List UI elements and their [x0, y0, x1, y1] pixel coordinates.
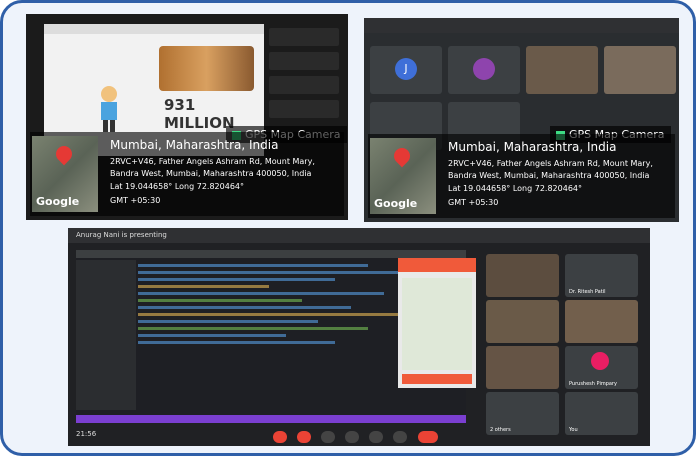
browser-bar — [364, 18, 679, 33]
slide-titlebar — [44, 24, 264, 34]
gps-city: Mumbai, Maharashtra, India — [110, 138, 279, 152]
avatar — [591, 352, 609, 370]
participant-tile: Dr. Ritesh Patil — [565, 254, 638, 297]
participant-tile: J — [370, 46, 442, 94]
participant-video — [486, 346, 559, 389]
photo-video-meeting: J GPS Map Camera Google Mumbai, Maharash… — [364, 18, 679, 222]
captions-button[interactable] — [321, 431, 336, 443]
editor-menubar — [76, 250, 466, 258]
collage-frame: 931 MILLION GPS Map Camera Google Mumbai… — [0, 0, 696, 456]
taskbar — [76, 415, 466, 423]
gps-gmt: GMT +05:30 — [110, 196, 161, 205]
google-logo: Google — [374, 197, 418, 210]
participant-tile — [448, 46, 520, 94]
project-tree — [76, 260, 136, 410]
photo-screen-share: Anurag Nani is presenting Dr. Ritesh Pat… — [68, 228, 650, 446]
gps-address: 2RVC+V46, Father Angels Ashram Rd, Mount… — [110, 157, 315, 178]
app-header — [398, 258, 476, 272]
participant-tile — [269, 28, 339, 46]
gps-city: Mumbai, Maharashtra, India — [448, 140, 617, 154]
gps-map-thumb: Google — [370, 138, 436, 214]
participant-video — [486, 254, 559, 297]
gps-map-thumb: Google — [32, 136, 98, 212]
gps-latlong: Lat 19.044658° Long 72.820464° — [110, 182, 245, 191]
cartoon-boy-icon — [101, 86, 117, 132]
more-options-button[interactable] — [393, 431, 408, 443]
location-pin-icon — [52, 142, 76, 166]
participant-tile — [269, 76, 339, 94]
participant-tile: 2 others — [486, 392, 559, 435]
avatar: J — [395, 58, 417, 80]
presenting-banner: Anurag Nani is presenting — [68, 228, 650, 243]
participant-video — [604, 46, 676, 94]
participant-tile: Purushesh Pimpary — [565, 346, 638, 389]
leave-call-button[interactable] — [417, 431, 438, 443]
google-logo: Google — [36, 195, 80, 208]
avatar — [473, 58, 495, 80]
map-view — [402, 278, 472, 370]
participant-video — [565, 300, 638, 343]
gps-overlay: Google Mumbai, Maharashtra, India 2RVC+V… — [368, 134, 675, 218]
app-button[interactable] — [402, 374, 472, 384]
gps-address: 2RVC+V46, Father Angels Ashram Rd, Mount… — [448, 159, 653, 180]
gps-latlong: Lat 19.044658° Long 72.820464° — [448, 184, 583, 193]
meeting-clock: 21:56 — [76, 430, 97, 438]
camera-button[interactable] — [297, 431, 312, 443]
meeting-controls — [273, 428, 443, 443]
photo-presentation-slide: 931 MILLION GPS Map Camera Google Mumbai… — [26, 14, 348, 220]
gps-overlay: Google Mumbai, Maharashtra, India 2RVC+V… — [30, 132, 344, 216]
phone-emulator — [398, 258, 476, 388]
mic-button[interactable] — [273, 431, 287, 443]
participant-tile: You — [565, 392, 638, 435]
location-pin-icon — [390, 144, 414, 168]
food-image — [159, 46, 254, 91]
raise-hand-button[interactable] — [345, 431, 360, 443]
participant-video — [486, 300, 559, 343]
participant-tile — [269, 52, 339, 70]
present-button[interactable] — [369, 431, 384, 443]
participant-tile — [269, 100, 339, 118]
participant-video — [526, 46, 598, 94]
gps-gmt: GMT +05:30 — [448, 198, 499, 207]
